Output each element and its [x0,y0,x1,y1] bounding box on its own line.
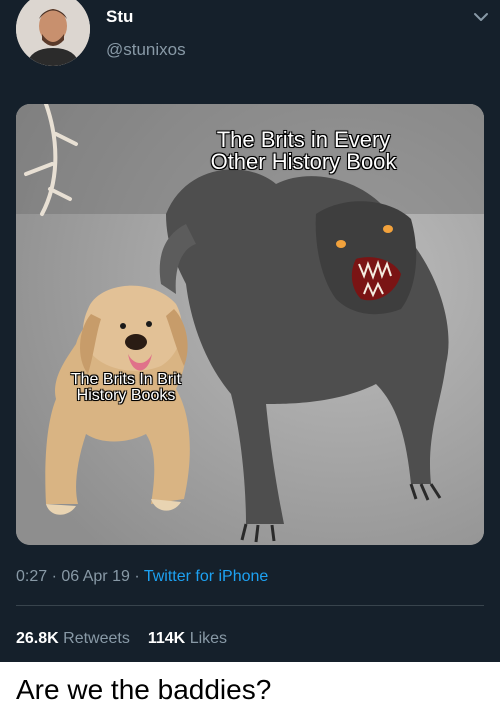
tweet-time: 0:27 [16,568,48,585]
tweet-metadata: 0:27 · 06 Apr 19 · Twitter for iPhone [16,568,268,586]
tweet-source-link[interactable]: Twitter for iPhone [144,568,269,585]
user-handle[interactable]: @stunixos [106,40,186,60]
meme-caption-wolf: The Brits in Every Other History Book [210,127,397,175]
meme-caption-dog: The Brits In Brit History Books [70,371,182,405]
retweets-label: Retweets [63,630,130,647]
tweet-stats: 26.8K Retweets 114K Likes [16,630,227,648]
tweet-date: 06 Apr 19 [61,568,130,585]
likes-count: 114K [147,630,186,647]
separator-dot: · [134,568,144,585]
tweet-card: Stu @stunixos The Brits in Every Other H… [0,0,500,662]
retweets-stat[interactable]: 26.8K Retweets [16,630,130,647]
likes-stat[interactable]: 114K Likes [148,630,227,647]
separator-dot: · [51,568,62,585]
retweets-count: 26.8K [16,630,59,647]
display-name[interactable]: Stu [106,7,133,27]
avatar-photo [16,0,90,66]
likes-label: Likes [189,630,228,647]
tweet-image[interactable]: The Brits in Every Other History Book Th… [16,104,484,545]
chevron-down-icon[interactable] [472,8,490,26]
avatar[interactable] [16,0,90,66]
divider [16,605,484,606]
post-caption: Are we the baddies? [16,674,272,705]
